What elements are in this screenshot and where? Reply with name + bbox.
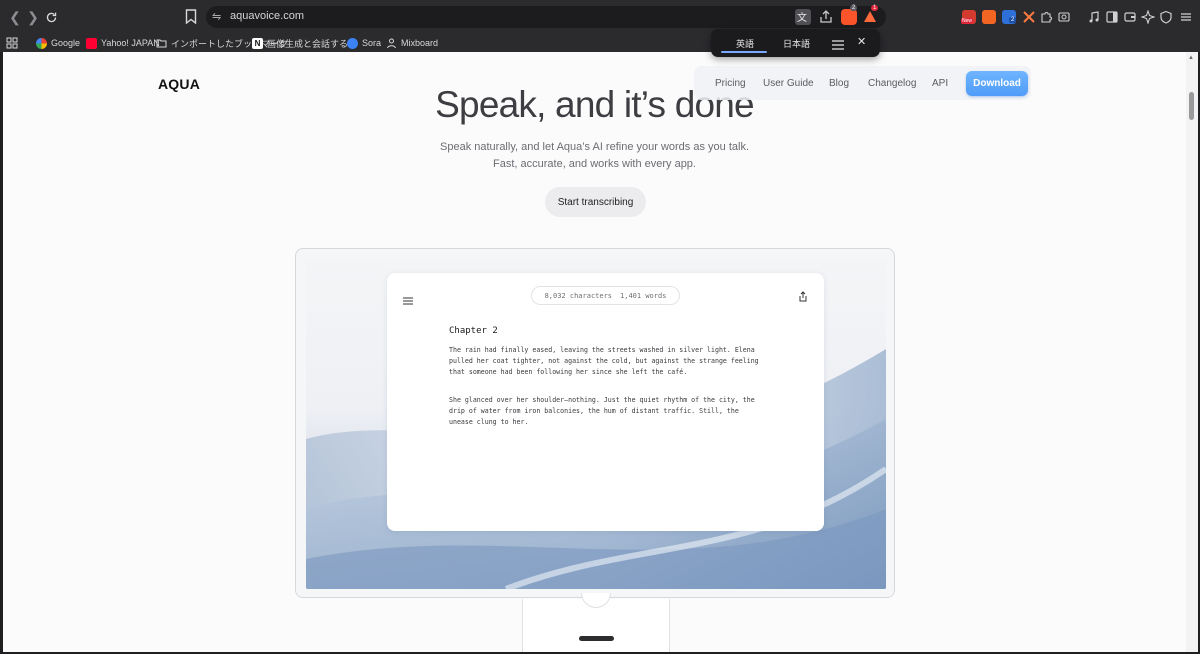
brave-badge: 2 — [850, 5, 858, 11]
url-text: aquavoice.com — [230, 10, 304, 22]
apps-grid-icon[interactable] — [6, 35, 18, 51]
extension-orange-icon[interactable] — [982, 10, 996, 24]
bookmark-label: Google — [51, 38, 81, 48]
document-paragraph[interactable]: The rain had finally eased, leaving the … — [449, 345, 764, 378]
extension-new-icon[interactable]: New — [961, 10, 976, 24]
back-icon[interactable]: ❮ — [6, 8, 24, 26]
bookmark-yahoo[interactable]: Yahoo! JAPAN — [86, 35, 160, 51]
folder-icon — [156, 39, 167, 48]
music-icon[interactable] — [1087, 10, 1101, 24]
bookmark-label: 画像生成と会話する... — [267, 38, 356, 49]
bookmark-icon[interactable] — [185, 9, 199, 25]
notion-icon: N — [252, 37, 263, 49]
yahoo-icon — [86, 37, 97, 49]
hero-subtitle-line2: Fast, accurate, and works with every app… — [493, 158, 696, 170]
bookmark-notion[interactable]: N 画像生成と会話する... — [252, 35, 356, 51]
active-tab-indicator — [721, 51, 767, 53]
word-count-pill: 8,032 characters 1,401 words — [531, 286, 680, 305]
translate-icon[interactable]: 文 — [795, 9, 811, 25]
extension-translate-icon[interactable]: 2 — [1002, 10, 1017, 24]
document-paragraph[interactable]: She glanced over her shoulder—nothing. J… — [449, 395, 764, 428]
close-icon[interactable]: ✕ — [857, 35, 866, 48]
mixboard-icon — [387, 38, 396, 48]
page-viewport: AQUA Speak, and it’s done Speak naturall… — [3, 52, 1186, 652]
browser-menu-icon[interactable] — [1179, 10, 1193, 24]
puzzle-icon[interactable] — [1039, 10, 1053, 24]
page-scrollbar[interactable]: ▲ — [1186, 52, 1198, 652]
brave-rewards-icon[interactable]: 1 — [862, 5, 879, 25]
hero-subtitle-line1: Speak naturally, and let Aqua’s AI refin… — [440, 141, 749, 153]
stand-bar — [579, 636, 614, 641]
translate-popup: 英語 日本語 ✕ — [711, 29, 880, 57]
reload-icon[interactable] — [42, 8, 60, 26]
download-button[interactable]: Download — [966, 71, 1028, 96]
address-bar[interactable]: ⇋ aquavoice.com 文 2 1 — [206, 5, 886, 28]
bookmark-mixboard[interactable]: Mixboard — [386, 35, 438, 51]
site-nav: Pricing User Guide Blog Changelog API Do… — [694, 66, 1031, 100]
bookmark-label: Mixboard — [401, 38, 439, 48]
tab-english[interactable]: 英語 — [736, 37, 754, 50]
nav-pricing[interactable]: Pricing — [715, 78, 746, 89]
hamburger-menu-icon[interactable] — [403, 292, 413, 305]
forward-icon[interactable]: ❯ — [24, 8, 42, 26]
bookmark-google[interactable]: Google — [36, 35, 80, 51]
device-stand — [522, 593, 670, 652]
bookmark-label: Sora — [362, 38, 382, 48]
device-frame: 8,032 characters 1,401 words Chapter 2 T… — [295, 248, 895, 598]
sidebar-toggle-icon[interactable] — [1105, 10, 1119, 24]
translate-menu-icon[interactable] — [832, 37, 844, 50]
site-settings-icon[interactable]: ⇋ — [212, 10, 221, 23]
browser-toolbar: ❮ ❯ ⇋ aquavoice.com 文 2 1 New 2 — [0, 0, 1200, 34]
word-count: 1,401 words — [620, 291, 667, 300]
bookmark-sora[interactable]: Sora — [347, 35, 381, 51]
screenshot-icon[interactable] — [1057, 10, 1071, 24]
brave-shields-icon[interactable]: 2 — [841, 5, 858, 25]
stand-knob — [581, 593, 611, 608]
nav-api[interactable]: API — [932, 78, 948, 89]
nav-changelog[interactable]: Changelog — [868, 78, 916, 89]
svg-text:文: 文 — [797, 11, 807, 24]
wave-background: 8,032 characters 1,401 words Chapter 2 T… — [306, 259, 886, 589]
bookmark-label: Yahoo! JAPAN — [101, 38, 160, 48]
vpn-shield-icon[interactable] — [1159, 10, 1173, 24]
nav-blog[interactable]: Blog — [829, 78, 849, 89]
start-transcribing-button[interactable]: Start transcribing — [545, 187, 646, 217]
new-badge: New — [961, 18, 974, 24]
scroll-thumb[interactable] — [1189, 92, 1194, 120]
document-window: 8,032 characters 1,401 words Chapter 2 T… — [387, 273, 824, 531]
scroll-up-icon[interactable]: ▲ — [1188, 55, 1194, 61]
extension-x-icon[interactable] — [1022, 10, 1036, 24]
wallet-icon[interactable] — [1123, 10, 1137, 24]
nav-user-guide[interactable]: User Guide — [763, 78, 814, 89]
google-icon — [36, 37, 47, 49]
bookmarks-bar: Google Yahoo! JAPAN インポートしたブックマーク N 画像生成… — [0, 34, 1200, 52]
share-icon[interactable] — [797, 290, 809, 302]
leo-ai-icon[interactable] — [1140, 9, 1156, 25]
tab-japanese[interactable]: 日本語 — [783, 37, 810, 50]
character-count: 8,032 characters — [544, 291, 613, 300]
document-heading: Chapter 2 — [449, 326, 498, 336]
share-icon[interactable] — [818, 9, 834, 25]
sora-icon — [347, 37, 358, 49]
ext-count-badge: 2 — [1009, 17, 1017, 23]
